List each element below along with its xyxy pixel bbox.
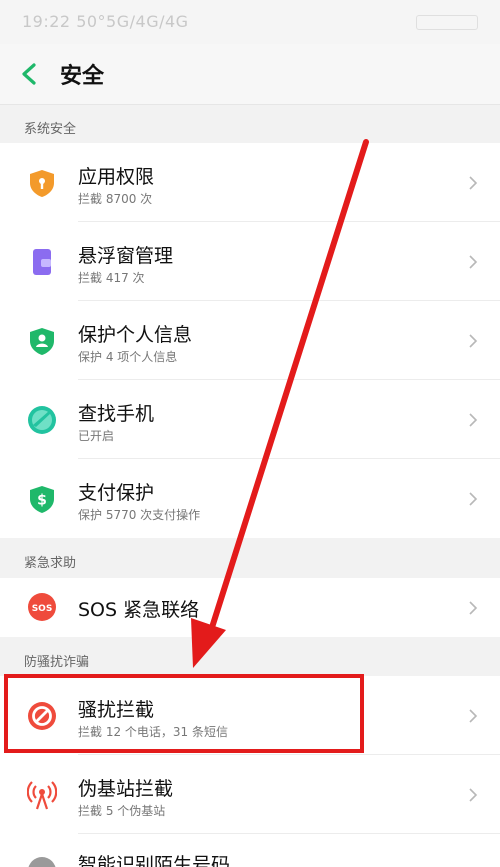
- row-title: 保护个人信息: [78, 324, 193, 346]
- header-bar: 安全: [0, 44, 500, 105]
- chevron-right-icon: [469, 492, 478, 506]
- battery-icon: [416, 15, 478, 30]
- row-title: 支付保护: [78, 482, 155, 504]
- floating-window-icon: [33, 249, 51, 275]
- row-floating-window[interactable]: 悬浮窗管理 拦截 417 次: [0, 222, 500, 301]
- annotation-highlight-box: [4, 674, 364, 753]
- row-app-permissions[interactable]: 应用权限 拦截 8700 次: [0, 143, 500, 222]
- row-subtitle: 已开启: [78, 429, 115, 443]
- chevron-right-icon: [469, 413, 478, 427]
- row-protect-personal-info[interactable]: 保护个人信息 保护 4 项个人信息: [0, 301, 500, 380]
- section-header-emergency: 紧急求助: [0, 538, 500, 578]
- row-subtitle: 拦截 8700 次: [78, 192, 153, 206]
- status-time: 19:22 50°5G/4G/4G: [22, 12, 189, 31]
- chevron-right-icon: [469, 334, 478, 348]
- chevron-left-icon: [22, 63, 36, 85]
- row-title: 智能识别陌生号码: [78, 854, 231, 867]
- row-payment-protection[interactable]: $ 支付保护 保护 5770 次支付操作: [0, 459, 500, 538]
- shield-keyhole-icon: [30, 170, 54, 197]
- row-fake-base-station[interactable]: 伪基站拦截 拦截 5 个伪基站: [0, 755, 500, 834]
- row-smart-number-id[interactable]: 智能识别陌生号码: [0, 834, 500, 867]
- status-bar: 19:22 50°5G/4G/4G: [0, 0, 500, 44]
- shield-dollar-icon: $: [30, 486, 54, 513]
- row-subtitle: 保护 4 项个人信息: [78, 350, 178, 364]
- chevron-right-icon: [469, 709, 478, 723]
- chevron-right-icon: [469, 255, 478, 269]
- chevron-right-icon: [469, 788, 478, 802]
- signal-tower-icon: [27, 781, 57, 810]
- sos-icon: SOS: [28, 593, 56, 621]
- section-header-anti-harassment: 防骚扰诈骗: [0, 637, 500, 676]
- page-title: 安全: [60, 64, 105, 89]
- row-subtitle: 保护 5770 次支付操作: [78, 508, 201, 522]
- row-title: 悬浮窗管理: [78, 245, 174, 267]
- svg-text:SOS: SOS: [32, 604, 53, 614]
- shield-person-icon: [30, 328, 54, 355]
- chevron-right-icon: [469, 601, 478, 615]
- row-title: 查找手机: [78, 403, 155, 425]
- row-subtitle: 拦截 417 次: [78, 271, 145, 285]
- back-button[interactable]: [14, 56, 46, 92]
- row-title: 应用权限: [78, 166, 155, 188]
- row-title: SOS 紧急联络: [78, 599, 200, 621]
- row-title: 伪基站拦截: [78, 778, 174, 800]
- chevron-right-icon: [469, 176, 478, 190]
- number-id-icon: [28, 857, 56, 867]
- row-find-phone[interactable]: 查找手机 已开启: [0, 380, 500, 459]
- row-sos-contact[interactable]: SOS SOS 紧急联络: [0, 578, 500, 637]
- locate-phone-icon: [28, 406, 56, 434]
- row-subtitle: 拦截 5 个伪基站: [78, 804, 166, 818]
- svg-text:$: $: [37, 493, 47, 509]
- section-header-system-security: 系统安全: [0, 105, 500, 143]
